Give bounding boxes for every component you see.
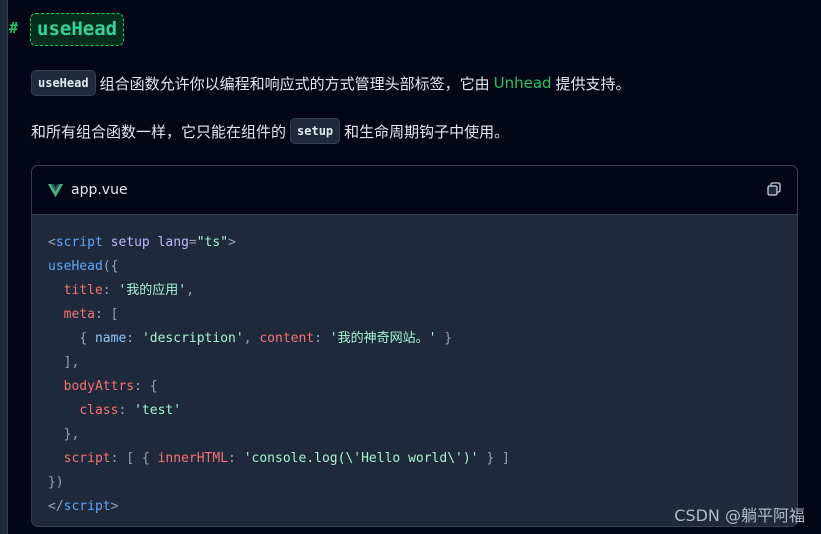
section-heading: useHead: [30, 13, 125, 46]
code-token: content: [259, 331, 315, 346]
code-line: <script setup lang="ts">: [48, 231, 781, 255]
code-token: >: [110, 499, 119, 514]
paragraph-setup-text: 和所有组合函数一样，它只能在组件的: [31, 122, 287, 141]
code-line: script: [ { innerHTML: 'console.log(\'He…: [48, 447, 781, 471]
code-token: 'description': [141, 331, 244, 346]
code-token: bodyAttrs: [63, 379, 135, 394]
left-border-line: [7, 0, 8, 534]
code-token: class: [79, 403, 119, 418]
code-line: },: [48, 427, 80, 442]
code-token: :: [118, 403, 135, 418]
paragraph-intro-tail: 提供支持。: [555, 74, 631, 93]
code-token: script: [55, 235, 103, 250]
code-token: meta: [63, 307, 95, 322]
code-token: >: [228, 235, 236, 250]
left-border-bar: [0, 0, 7, 534]
code-block-header: app.vue: [32, 166, 797, 215]
code-token: lang: [149, 235, 189, 250]
code-token: : [ {: [110, 451, 158, 466]
unhead-link[interactable]: Unhead: [494, 74, 552, 92]
code-token: "ts": [196, 235, 229, 250]
code-token: ,: [186, 283, 194, 298]
code-block: app.vue <script setup lang="ts"> useHead(…: [31, 165, 798, 527]
paragraph-setup-tail: 和生命周期钩子中使用。: [344, 122, 510, 141]
code-line: </script>: [48, 495, 781, 519]
copy-icon[interactable]: [767, 182, 781, 196]
code-line: }): [48, 475, 64, 490]
code-token: :: [126, 331, 142, 346]
code-token: innerHTML: [157, 451, 229, 466]
code-token: useHead: [48, 259, 103, 274]
code-token: name: [94, 331, 127, 346]
code-token: script: [63, 451, 111, 466]
paragraph-setup: 和所有组合函数一样，它只能在组件的 setup 和生命周期钩子中使用。: [31, 117, 509, 145]
code-filename: app.vue: [71, 182, 128, 198]
heading-anchor-link[interactable]: #: [9, 19, 18, 37]
code-line: class: 'test': [48, 399, 781, 423]
code-token: : [: [94, 307, 119, 322]
code-token: setup: [102, 235, 150, 250]
code-token: script: [63, 499, 111, 514]
code-token: <: [48, 235, 56, 250]
docs-page: # useHead useHead 组合函数允许你以编程和响应式的方式管理头部标…: [0, 0, 821, 534]
code-token: : {: [134, 379, 158, 394]
code-token: '我的应用': [118, 283, 187, 298]
code-token: }: [436, 331, 453, 346]
vue-logo-icon: [48, 183, 63, 197]
code-line: title: '我的应用',: [48, 279, 781, 303]
code-token: 'test': [134, 403, 182, 418]
code-body: <script setup lang="ts"> useHead({ title:…: [32, 215, 797, 519]
code-token: :: [228, 451, 244, 466]
code-token: {: [79, 331, 95, 346]
code-token: '我的神奇网站。': [329, 331, 437, 346]
code-line: ],: [48, 355, 80, 370]
code-line: meta: [: [48, 303, 781, 327]
code-token: :: [314, 331, 330, 346]
code-token: </: [48, 499, 64, 514]
code-token: :: [102, 283, 119, 298]
code-token: title: [63, 283, 103, 298]
code-line: useHead({: [48, 255, 781, 279]
inline-code-setup: setup: [290, 118, 341, 144]
code-line: { name: 'description', content: '我的神奇网站。…: [48, 327, 781, 351]
code-token: ,: [243, 331, 260, 346]
paragraph-intro: useHead 组合函数允许你以编程和响应式的方式管理头部标签，它由 Unhea…: [31, 69, 631, 97]
code-token: =: [188, 235, 197, 250]
inline-code-usehead: useHead: [31, 70, 96, 96]
paragraph-intro-text: 组合函数允许你以编程和响应式的方式管理头部标签，它由: [99, 74, 490, 93]
code-line: bodyAttrs: {: [48, 375, 781, 399]
csdn-watermark: CSDN @躺平阿福: [674, 506, 805, 525]
code-token: 'console.log(\'Hello world\')': [243, 451, 479, 466]
code-token: ({: [102, 259, 119, 274]
code-token: } ]: [478, 451, 510, 466]
